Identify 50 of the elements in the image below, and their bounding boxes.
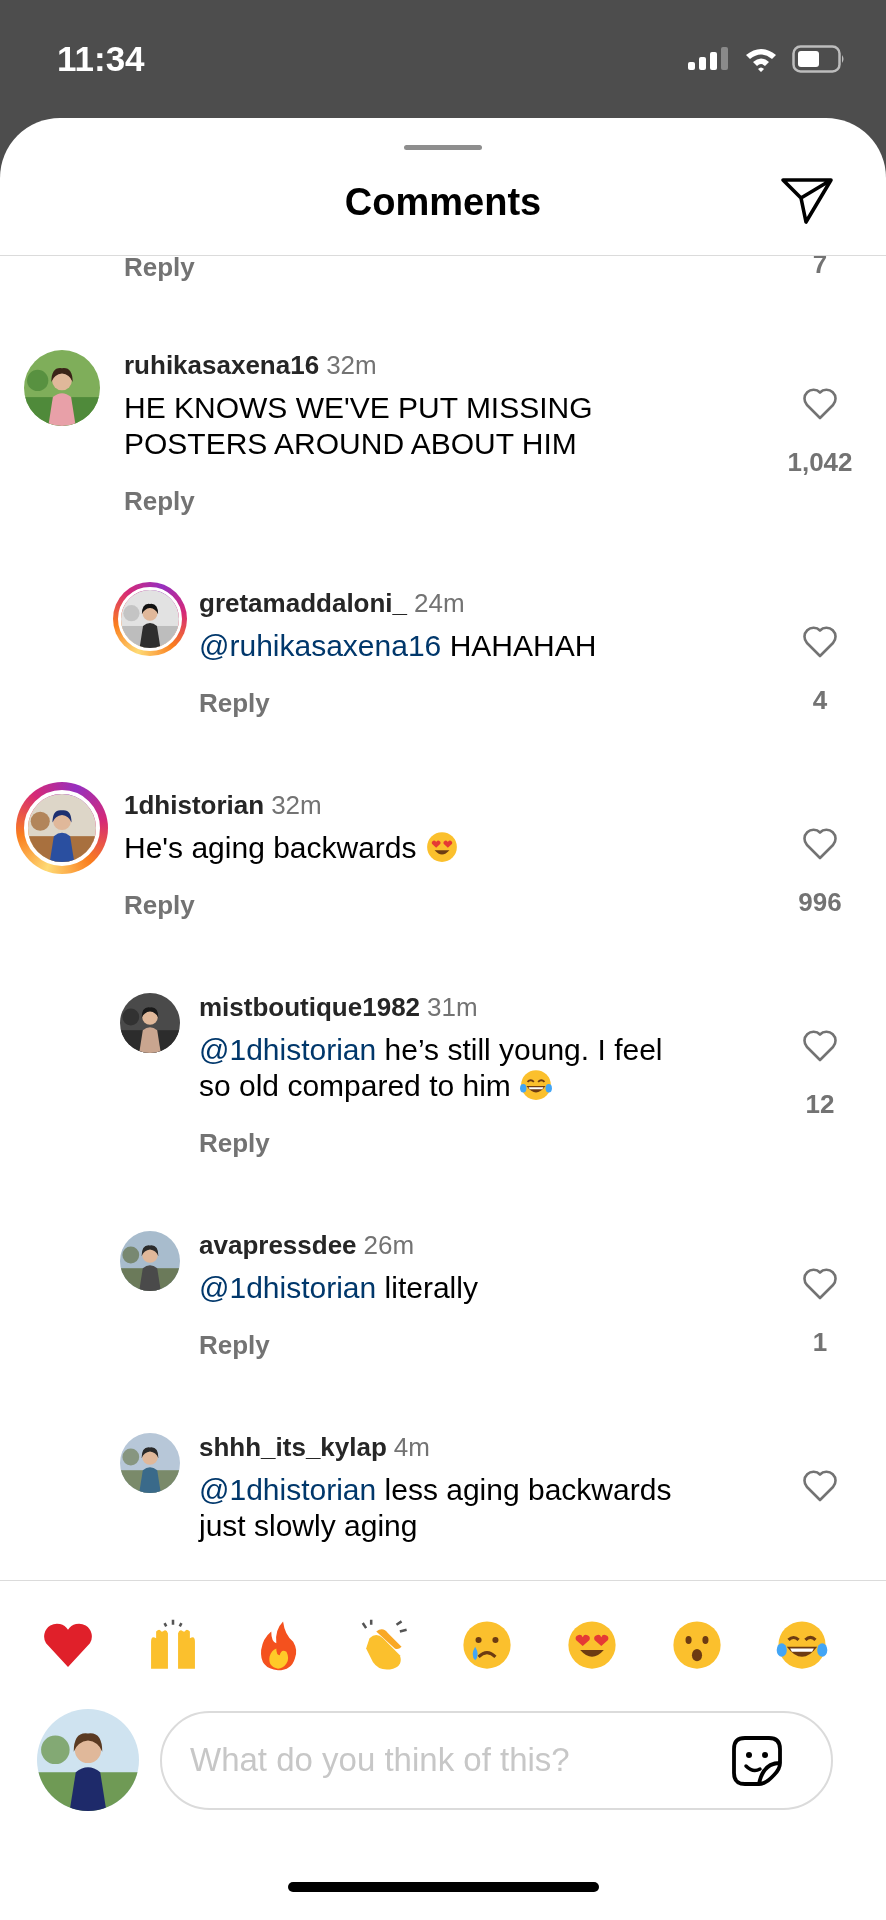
heart-eyes-face-icon xyxy=(424,830,459,864)
username[interactable]: shhh_its_kylap xyxy=(199,1432,387,1462)
heart-icon[interactable] xyxy=(802,1267,838,1301)
username[interactable]: gretamaddaloni_ xyxy=(199,588,408,618)
like-count: 1,042 xyxy=(787,449,853,475)
heart-icon[interactable] xyxy=(802,1469,838,1503)
like-count: 12 xyxy=(805,1091,835,1117)
paper-plane-icon[interactable] xyxy=(780,176,834,226)
comment-text: @1dhistorian he’s still young. I feel so old compared to him xyxy=(199,1032,663,1104)
wifi-icon xyxy=(744,46,778,72)
comment-time: 24m xyxy=(414,588,465,618)
comment-time: 31m xyxy=(427,992,478,1022)
comment-text: @1dhistorian less aging backwards just slowly aging xyxy=(199,1472,672,1544)
status-time: 11:34 xyxy=(57,39,146,79)
mention-link[interactable]: @1dhistorian xyxy=(199,1033,377,1066)
comment-time: 32m xyxy=(271,790,322,820)
reply-link[interactable]: Reply xyxy=(124,486,195,516)
comment-text: HE KNOWS WE'VE PUT MISSING POSTERS AROUND ABOUT HIM xyxy=(124,390,593,462)
username[interactable]: mistboutique1982 xyxy=(199,992,421,1022)
reply-link[interactable]: Reply xyxy=(199,1330,270,1360)
laughing-face-icon[interactable] xyxy=(774,1618,829,1672)
like-count: 4 xyxy=(812,687,828,713)
heart-icon[interactable] xyxy=(802,827,838,861)
username[interactable]: 1dhistorian xyxy=(124,790,265,820)
drag-handle[interactable] xyxy=(404,145,482,150)
like-count: 1 xyxy=(812,1329,828,1355)
mention-link[interactable]: @1dhistorian xyxy=(199,1473,377,1506)
heart-icon[interactable] xyxy=(802,625,838,659)
comment-text: He's aging backwards xyxy=(124,830,459,866)
sheet-title: Comments xyxy=(344,181,542,224)
heart-icon[interactable] xyxy=(802,387,838,421)
comment-text: @1dhistorian literally xyxy=(199,1270,478,1306)
reply-link[interactable]: Reply xyxy=(124,890,195,920)
reply-link[interactable]: Reply xyxy=(199,1128,270,1158)
username[interactable]: ruhikasaxena16 xyxy=(124,350,320,380)
comment-time: 26m xyxy=(363,1230,415,1260)
comment-time: 4m xyxy=(393,1432,430,1462)
battery-icon xyxy=(792,45,846,73)
laughing-face-icon xyxy=(518,1068,553,1102)
username[interactable]: avapressdee xyxy=(199,1230,357,1260)
comment-text: @ruhikasaxena16 HAHAHAH xyxy=(199,628,597,664)
reply-link[interactable]: Reply xyxy=(199,688,270,718)
heart-icon[interactable] xyxy=(802,1029,838,1063)
sticker-icon[interactable] xyxy=(731,1734,783,1787)
comment-input[interactable]: What do you think of this? xyxy=(160,1710,833,1810)
mention-link[interactable]: @1dhistorian xyxy=(199,1271,377,1304)
signal-icon xyxy=(688,47,730,71)
comment-time: 32m xyxy=(326,350,377,380)
mention-link[interactable]: @ruhikasaxena16 xyxy=(199,629,442,662)
like-count: 996 xyxy=(798,889,842,915)
